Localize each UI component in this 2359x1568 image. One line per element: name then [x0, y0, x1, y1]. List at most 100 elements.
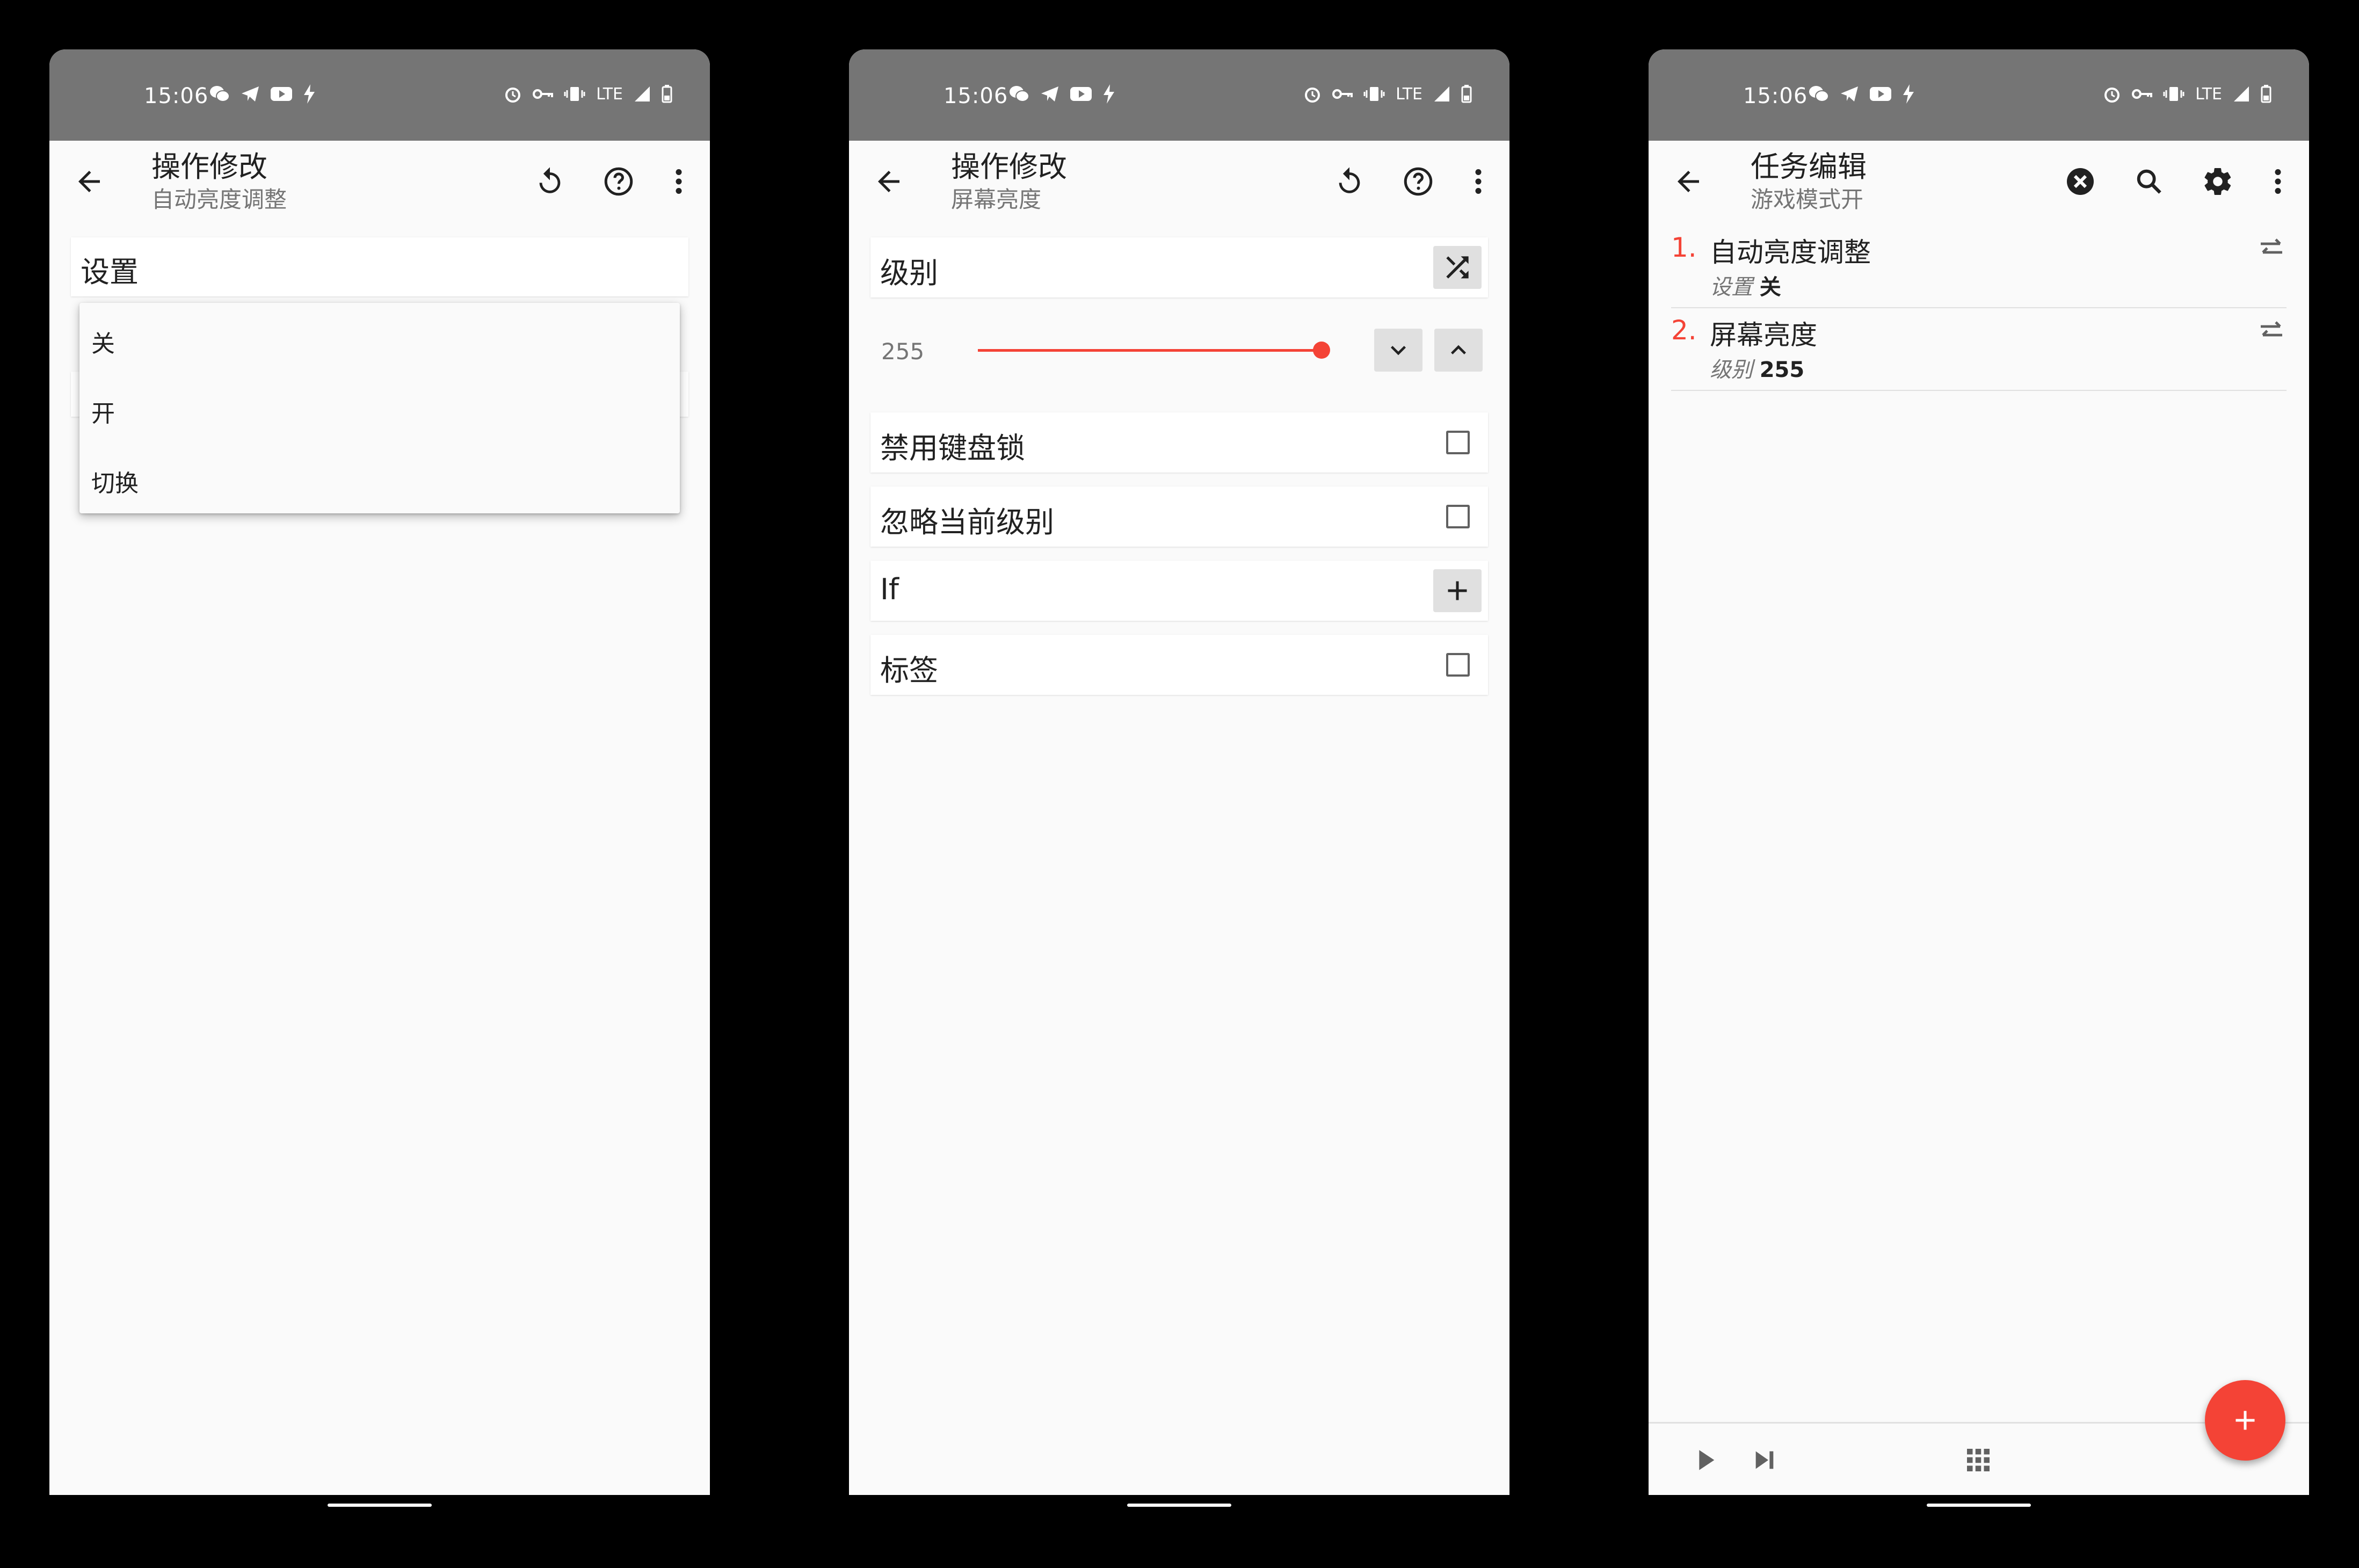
- flash-icon: [304, 84, 315, 104]
- label-row[interactable]: 标签: [870, 635, 1488, 695]
- ignore-current-level-row[interactable]: 忽略当前级别: [870, 487, 1488, 547]
- telegram-icon: [1041, 86, 1058, 101]
- menu-item-on[interactable]: 开: [79, 379, 680, 449]
- back-arrow-icon[interactable]: [873, 165, 905, 198]
- alarm-icon: [505, 88, 521, 103]
- battery-icon: [1461, 85, 1472, 103]
- add-condition-button[interactable]: [1433, 569, 1482, 612]
- network-type: LTE: [1396, 84, 1422, 104]
- action-number: 1.: [1671, 232, 1697, 263]
- more-vert-icon: [2275, 169, 2281, 194]
- page-title: 操作修改: [951, 150, 1067, 184]
- more-vert-icon: [1475, 169, 1482, 194]
- phone-screen-action-edit-auto-brightness: 15:06 LTE 操作修改 自动亮度调整 设置 关 开 切换: [49, 49, 710, 1495]
- undo-button[interactable]: [1332, 164, 1367, 199]
- menu-item-toggle[interactable]: 切换: [79, 449, 680, 519]
- label-checkbox[interactable]: [1446, 653, 1470, 677]
- alarm-icon: [2104, 88, 2120, 103]
- disable-keyguard-label: 禁用键盘锁: [880, 431, 1025, 465]
- status-bar: 15:06 LTE: [849, 49, 1509, 141]
- vibrate-icon: [564, 87, 585, 101]
- chevron-down-icon: [1391, 346, 1406, 355]
- notification-icons: [1009, 83, 1115, 105]
- back-arrow-icon[interactable]: [1672, 165, 1704, 198]
- label-label: 标签: [880, 654, 938, 687]
- status-bar: 15:06 LTE: [49, 49, 710, 141]
- status-time: 15:06: [943, 84, 1008, 108]
- add-action-fab[interactable]: [2205, 1380, 2285, 1461]
- decrease-button[interactable]: [1374, 329, 1422, 372]
- wechat-icon: [1809, 86, 1829, 102]
- setting-row[interactable]: 设置: [71, 237, 688, 296]
- back-arrow-icon[interactable]: [73, 165, 105, 198]
- page-subtitle: 游戏模式开: [1751, 186, 1864, 213]
- more-options-button[interactable]: [1461, 164, 1496, 199]
- app-bar: 操作修改 自动亮度调整: [49, 141, 710, 221]
- more-options-button[interactable]: [2261, 164, 2295, 199]
- status-time: 15:06: [144, 84, 209, 108]
- action-param-key: 级别: [1710, 358, 1753, 382]
- gesture-nav-bar[interactable]: [1927, 1504, 2031, 1507]
- action-name: 自动亮度调整: [1710, 237, 1871, 268]
- vibrate-icon: [1363, 87, 1385, 101]
- skip-next-icon[interactable]: [1750, 1445, 1780, 1475]
- undo-icon: [1339, 167, 1360, 193]
- status-time: 15:06: [1743, 84, 1808, 108]
- grid-icon[interactable]: [1963, 1445, 1993, 1475]
- disable-keyguard-row[interactable]: 禁用键盘锁: [870, 412, 1488, 473]
- brightness-slider[interactable]: [978, 339, 1330, 361]
- if-condition-row: If: [870, 561, 1488, 621]
- slider-fill: [978, 349, 1322, 352]
- help-button[interactable]: [601, 164, 636, 199]
- undo-button[interactable]: [533, 164, 567, 199]
- task-action-item[interactable]: 2. 屏幕亮度 级别 255: [1671, 309, 2287, 391]
- setting-dropdown-menu: 关 开 切换: [79, 303, 680, 513]
- close-circle-icon: [2067, 168, 2094, 195]
- level-value: 255: [881, 338, 925, 365]
- if-label: If: [880, 572, 899, 606]
- level-label: 级别: [880, 256, 938, 290]
- help-button[interactable]: [1401, 164, 1435, 199]
- swap-icon[interactable]: [2256, 320, 2287, 342]
- flash-icon: [1903, 84, 1914, 104]
- page-title: 操作修改: [151, 150, 267, 184]
- action-param-value: 关: [1759, 275, 1781, 300]
- gear-icon: [2204, 168, 2231, 195]
- search-button[interactable]: [2132, 164, 2166, 199]
- help-icon: [604, 167, 633, 196]
- network-type: LTE: [596, 84, 623, 104]
- system-status-icons: LTE: [2103, 83, 2271, 105]
- phone-screen-action-edit-screen-brightness: 15:06 LTE 操作修改 屏幕亮度 级别 255 禁用键盘锁 忽略当前级别 …: [849, 49, 1509, 1495]
- shuffle-icon: [1446, 256, 1469, 279]
- battery-icon: [2261, 85, 2271, 103]
- more-options-button[interactable]: [662, 164, 696, 199]
- gesture-nav-bar[interactable]: [328, 1504, 432, 1507]
- undo-icon: [539, 167, 561, 193]
- level-slider-row: 255: [870, 318, 1488, 382]
- gesture-nav-bar[interactable]: [1127, 1504, 1231, 1507]
- phone-screen-task-edit: 15:06 LTE 任务编辑 游戏模式开 1. 自动亮度调整 设置 关 2. 屏…: [1649, 49, 2309, 1495]
- menu-item-off[interactable]: 关: [79, 309, 680, 379]
- disable-keyguard-checkbox[interactable]: [1446, 431, 1470, 454]
- swap-icon[interactable]: [2256, 237, 2287, 259]
- youtube-icon: [1870, 87, 1891, 101]
- action-detail: 设置 关: [1710, 270, 1781, 301]
- ignore-current-level-label: 忽略当前级别: [880, 505, 1054, 539]
- page-title: 任务编辑: [1751, 150, 1867, 184]
- ignore-current-level-checkbox[interactable]: [1446, 505, 1470, 528]
- settings-button[interactable]: [2201, 164, 2235, 199]
- level-row: 级别: [870, 237, 1488, 297]
- close-task-button[interactable]: [2063, 164, 2097, 199]
- page-subtitle: 自动亮度调整: [151, 186, 287, 213]
- task-action-item[interactable]: 1. 自动亮度调整 设置 关: [1671, 227, 2287, 308]
- youtube-icon: [1070, 87, 1092, 101]
- slider-thumb[interactable]: [1313, 342, 1330, 359]
- play-icon[interactable]: [1690, 1445, 1721, 1475]
- increase-button[interactable]: [1434, 329, 1483, 372]
- network-type: LTE: [2195, 84, 2222, 104]
- wechat-icon: [210, 86, 230, 102]
- action-number: 2.: [1671, 315, 1697, 346]
- app-bar: 任务编辑 游戏模式开: [1649, 141, 2309, 221]
- more-vert-icon: [676, 169, 682, 194]
- randomize-button[interactable]: [1433, 246, 1482, 289]
